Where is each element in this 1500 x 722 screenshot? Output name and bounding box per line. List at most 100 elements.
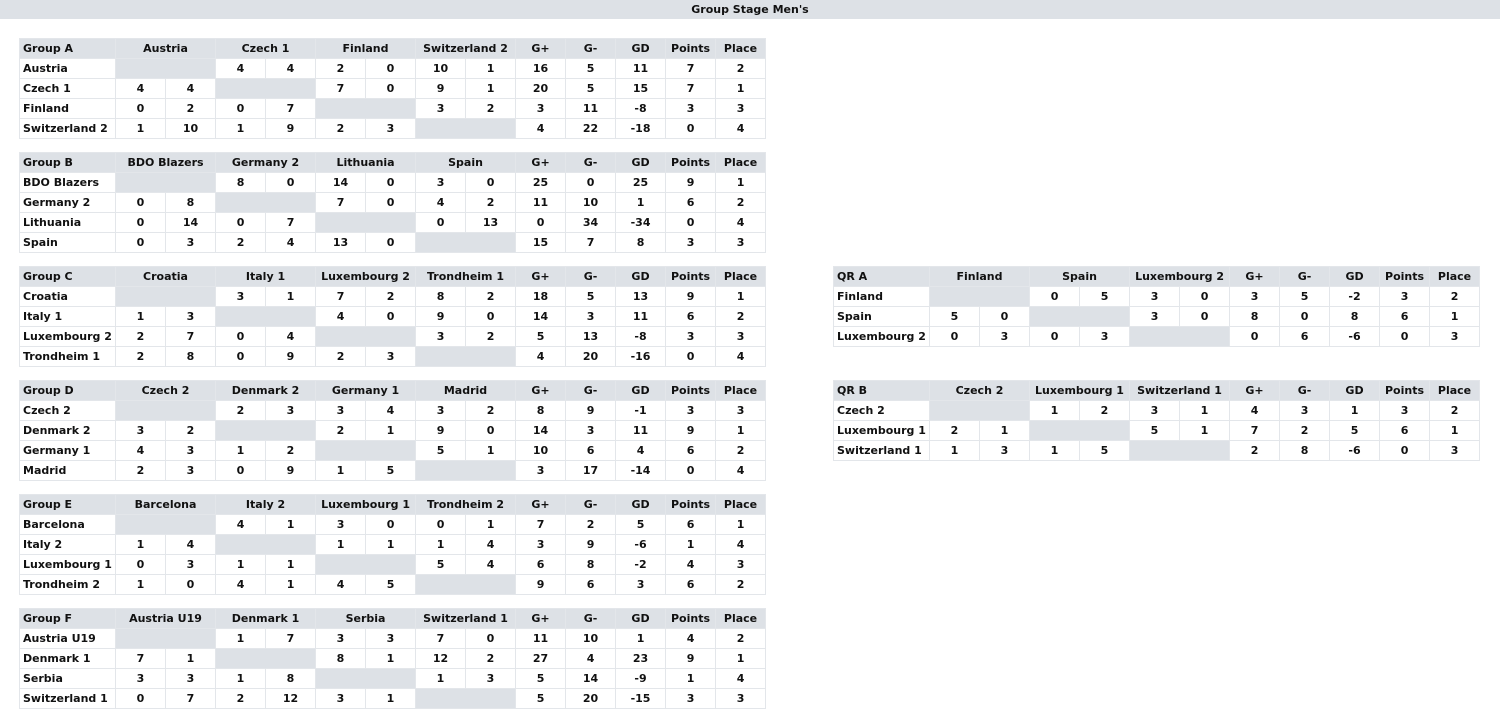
stat-goals-for: 7 [1229, 420, 1281, 441]
score-for: 5 [1129, 420, 1180, 441]
stat-goal-difference: 5 [615, 514, 667, 535]
score-against: 7 [165, 688, 216, 709]
stat-place: 3 [715, 98, 767, 119]
stat-goals-for: 2 [1229, 440, 1281, 461]
score-for: 14 [315, 172, 367, 193]
stat-header-goals-against: G- [565, 152, 617, 173]
score-against: 3 [978, 326, 1031, 347]
stat-goal-difference: -6 [1329, 440, 1381, 461]
group-table-group-c: Group C Croatia Italy 1 Luxembourg 2 Trondhe… [19, 266, 767, 367]
self-match-cell [1129, 326, 1231, 347]
table-row: Lithuania 0 14 0 7 0 13 0 34 -34 0 4 [19, 212, 767, 233]
group-name: QR B [833, 380, 930, 401]
self-match-cell [315, 326, 417, 347]
score-against: 0 [978, 306, 1031, 327]
team-name: BDO Blazers [19, 172, 116, 193]
stat-goals-against: 5 [565, 58, 617, 79]
score-for: 7 [315, 286, 367, 307]
stat-goal-difference: -6 [1329, 326, 1381, 347]
table-row: Switzerland 1 0 7 2 12 3 1 5 20 -15 3 3 [19, 688, 767, 709]
score-against: 3 [364, 118, 417, 139]
stat-goals-against: 6 [565, 440, 617, 461]
score-for: 4 [215, 58, 266, 79]
column-header-barcelona: Barcelona [114, 494, 217, 515]
stat-points: 4 [665, 628, 717, 649]
stat-place: 4 [715, 668, 767, 689]
score-for: 5 [415, 440, 467, 461]
table-row: Switzerland 2 1 10 1 9 2 3 4 22 -18 0 4 [19, 118, 767, 139]
score-for: 3 [315, 688, 366, 709]
score-against: 3 [164, 232, 217, 253]
score-against: 0 [1179, 286, 1231, 307]
table-row: Madrid 2 3 0 9 1 5 3 17 -14 0 4 [19, 460, 767, 481]
stat-goal-difference: -18 [615, 118, 667, 139]
stat-goals-for: 11 [515, 628, 567, 649]
stat-goal-difference: -2 [615, 554, 667, 575]
score-against: 12 [265, 688, 316, 709]
score-for: 3 [315, 400, 366, 421]
stat-header-place: Place [715, 152, 767, 173]
team-name: Italy 2 [19, 534, 116, 555]
stat-goal-difference: -15 [615, 688, 667, 709]
score-against: 1 [1178, 420, 1231, 441]
stat-points: 3 [665, 400, 717, 421]
score-for: 0 [215, 212, 267, 233]
self-match-cell [215, 192, 317, 213]
stat-points: 3 [1379, 400, 1431, 421]
stat-goals-against: 14 [565, 668, 617, 689]
score-against: 0 [465, 420, 517, 441]
group-header-row: Group E Barcelona Italy 2 Luxembourg 1 Trond… [19, 494, 767, 515]
score-against: 0 [365, 172, 417, 193]
score-against: 1 [365, 688, 416, 709]
stat-header-gd: GD [615, 152, 667, 173]
score-for: 3 [215, 286, 266, 307]
stat-goal-difference: 8 [615, 232, 667, 253]
stat-header-goals-for: G+ [515, 380, 567, 401]
score-for: 1 [115, 534, 166, 555]
stat-goals-against: 2 [1279, 420, 1331, 441]
group-table-group-a: Group A Austria Czech 1 Finland Switzerland … [19, 38, 767, 139]
column-header-switzerland-1: Switzerland 1 [414, 608, 517, 629]
stat-goals-against: 20 [565, 688, 617, 709]
self-match-cell [115, 400, 216, 421]
column-header-italy-2: Italy 2 [215, 494, 317, 515]
score-against: 7 [265, 628, 316, 649]
stat-goals-against: 22 [565, 118, 617, 139]
stat-points: 3 [665, 98, 717, 119]
stat-goals-for: 3 [515, 460, 567, 481]
score-against: 9 [264, 346, 317, 367]
score-for: 1 [115, 574, 166, 595]
stat-points: 3 [665, 232, 717, 253]
team-name: Lithuania [19, 212, 116, 233]
stat-place: 4 [715, 460, 767, 481]
stat-header-goals-against: G- [565, 608, 617, 629]
group-name: Group E [19, 494, 116, 515]
stat-goals-for: 7 [515, 514, 567, 535]
stat-goal-difference: 4 [615, 440, 667, 461]
score-against: 0 [365, 232, 417, 253]
score-for: 0 [1029, 326, 1081, 347]
stat-goals-against: 20 [565, 346, 617, 367]
score-for: 1 [115, 118, 166, 139]
score-for: 2 [315, 346, 367, 367]
team-name: Finland [833, 286, 930, 307]
score-against: 8 [164, 192, 217, 213]
team-name: Switzerland 1 [19, 688, 116, 709]
stat-goals-for: 8 [1229, 306, 1281, 327]
stat-goals-for: 5 [515, 668, 567, 689]
score-for: 0 [115, 232, 166, 253]
stat-goal-difference: 11 [615, 58, 667, 79]
score-for: 2 [315, 420, 366, 441]
column-header-italy-1: Italy 1 [214, 266, 317, 287]
column-header-germany-2: Germany 2 [215, 152, 317, 173]
score-for: 2 [215, 688, 266, 709]
stat-goals-against: 10 [565, 628, 617, 649]
self-match-cell [415, 460, 517, 481]
team-name: Czech 2 [19, 400, 116, 421]
stat-goals-against: 5 [1279, 286, 1331, 307]
score-against: 2 [165, 420, 216, 441]
score-against: 7 [265, 98, 316, 119]
score-against: 1 [465, 440, 517, 461]
self-match-cell [214, 306, 317, 327]
score-against: 0 [464, 628, 517, 649]
